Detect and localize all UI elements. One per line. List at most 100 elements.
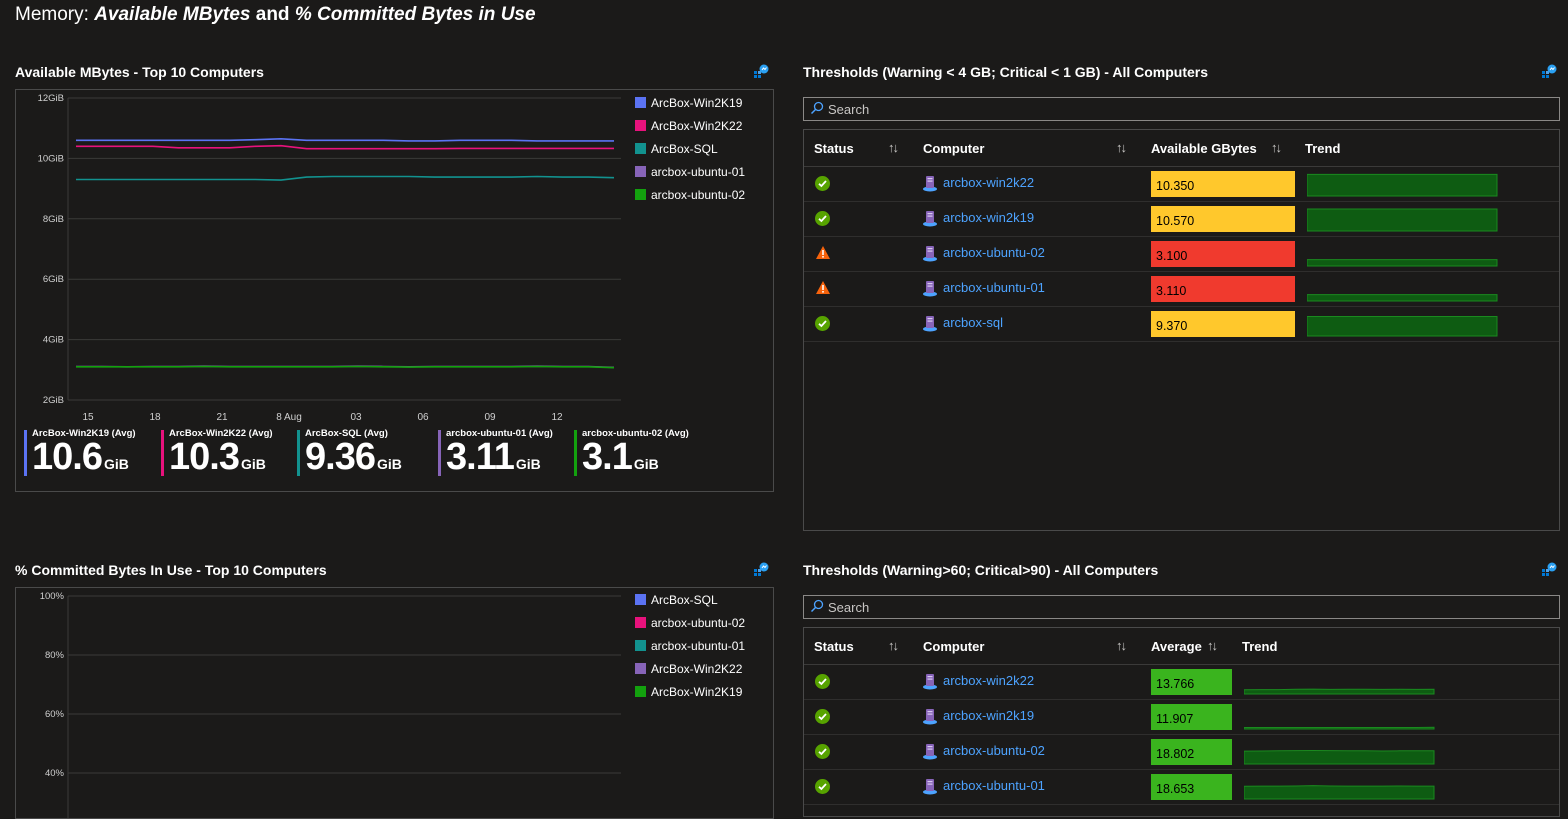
trend-area xyxy=(1244,688,1435,695)
committed-search-input[interactable]: Search xyxy=(803,595,1560,619)
value-cell: 9.370 xyxy=(1151,311,1295,337)
col-value-header[interactable]: Available GBytes xyxy=(1151,141,1257,156)
committed-grid-title: Thresholds (Warning>60; Critical>90) - A… xyxy=(803,562,1159,578)
legend-swatch xyxy=(635,686,646,697)
computer-link[interactable]: arcbox-win2k22 xyxy=(943,175,1034,190)
value-cell: 10.350 xyxy=(1151,171,1295,197)
kpi-tile: ArcBox-Win2K19 (Avg) 10.6 GiB xyxy=(24,428,136,476)
committed-chart-panel: 100% 80% 60% 40% ArcBox-SQL arcbox-ubuntu-02… xyxy=(15,587,774,819)
computer-link[interactable]: arcbox-sql xyxy=(943,315,1003,330)
kpi-unit: GiB xyxy=(633,456,659,472)
table-row[interactable]: arcbox-ubuntu-01 3.110 xyxy=(804,271,1559,307)
kpi-color-bar xyxy=(161,430,164,476)
trend-area xyxy=(1307,208,1498,232)
avail-chart-legend: ArcBox-Win2K19 ArcBox-Win2K22 ArcBox-SQL ar… xyxy=(635,91,745,206)
legend-item[interactable]: ArcBox-SQL xyxy=(635,588,745,611)
legend-swatch xyxy=(635,120,646,131)
kpi-color-bar xyxy=(24,430,27,476)
value-cell: 10.570 xyxy=(1151,206,1295,232)
table-row[interactable]: arcbox-ubuntu-02 3.100 xyxy=(804,236,1559,272)
col-status-header[interactable]: Status xyxy=(814,639,854,654)
trend-area xyxy=(1307,259,1498,267)
legend-item[interactable]: arcbox-ubuntu-02 xyxy=(635,611,745,634)
computer-icon xyxy=(923,246,937,262)
search-icon xyxy=(810,599,824,613)
kpi-tile: ArcBox-Win2K22 (Avg) 10.3 GiB xyxy=(161,428,273,476)
legend-item[interactable]: arcbox-ubuntu-01 xyxy=(635,634,745,657)
computer-link[interactable]: arcbox-ubuntu-01 xyxy=(943,778,1045,793)
table-row[interactable]: arcbox-win2k22 10.350 xyxy=(804,166,1559,202)
pin-to-dashboard-icon[interactable] xyxy=(1541,562,1557,578)
col-computer-header[interactable]: Computer xyxy=(923,141,984,156)
pin-to-dashboard-icon[interactable] xyxy=(1541,64,1557,80)
table-row[interactable]: arcbox-win2k22 13.766 xyxy=(804,664,1559,700)
computer-link[interactable]: arcbox-ubuntu-02 xyxy=(943,245,1045,260)
col-value-header[interactable]: Average xyxy=(1151,639,1202,654)
table-row[interactable]: arcbox-sql 9.370 xyxy=(804,306,1559,342)
legend-item[interactable]: ArcBox-Win2K19 xyxy=(635,680,745,703)
y-tick-label: 10GiB xyxy=(38,153,64,164)
legend-swatch xyxy=(635,617,646,628)
legend-label: arcbox-ubuntu-02 xyxy=(651,615,746,630)
col-trend-header[interactable]: Trend xyxy=(1305,141,1340,156)
legend-item[interactable]: ArcBox-SQL xyxy=(635,137,745,160)
y-tick-label: 8GiB xyxy=(43,214,64,225)
trend-area xyxy=(1244,749,1435,765)
computer-link[interactable]: arcbox-ubuntu-02 xyxy=(943,743,1045,758)
legend-item[interactable]: ArcBox-Win2K22 xyxy=(635,657,745,680)
trend-area xyxy=(1307,294,1498,302)
y-tick-label: 6GiB xyxy=(43,274,64,285)
pin-to-dashboard-icon[interactable] xyxy=(753,562,769,578)
status-ok-icon xyxy=(815,176,830,191)
table-row[interactable]: arcbox-win2k19 11.907 xyxy=(804,699,1559,735)
kpi-number: 9.36 xyxy=(305,436,376,478)
y-tick-label: 2GiB xyxy=(43,395,64,406)
legend-label: ArcBox-Win2K22 xyxy=(651,661,743,676)
computer-link[interactable]: arcbox-ubuntu-01 xyxy=(943,280,1045,295)
avail-search-input[interactable]: Search xyxy=(803,97,1560,121)
computer-icon xyxy=(923,744,937,760)
computer-icon xyxy=(923,176,937,192)
page-title-prefix: Memory: xyxy=(15,4,95,25)
legend-item[interactable]: ArcBox-Win2K19 xyxy=(635,91,745,114)
kpi-value: 3.1 GiB xyxy=(582,436,689,482)
sort-icon[interactable]: ↑↓ xyxy=(888,638,899,653)
kpi-number: 3.1 xyxy=(582,436,633,478)
legend-label: arcbox-ubuntu-01 xyxy=(651,164,746,179)
legend-swatch xyxy=(635,97,646,108)
sort-icon[interactable]: ↑↓ xyxy=(888,140,899,155)
committed-chart-legend: ArcBox-SQL arcbox-ubuntu-02 arcbox-ubuntu-… xyxy=(635,588,745,703)
legend-label: ArcBox-Win2K19 xyxy=(651,95,743,110)
col-computer-header[interactable]: Computer xyxy=(923,639,984,654)
avail-grid-title: Thresholds (Warning < 4 GB; Critical < 1… xyxy=(803,64,1209,80)
legend-item[interactable]: ArcBox-Win2K22 xyxy=(635,114,745,137)
avail-grid: Status ↑↓ Computer ↑↓ Available GBytes ↑… xyxy=(803,129,1560,531)
trend-area xyxy=(1244,785,1435,800)
col-status-header[interactable]: Status xyxy=(814,141,854,156)
table-row[interactable]: arcbox-win2k19 10.570 xyxy=(804,201,1559,237)
status-ok-icon xyxy=(815,709,830,724)
legend-item[interactable]: arcbox-ubuntu-01 xyxy=(635,160,745,183)
sort-icon[interactable]: ↑↓ xyxy=(1207,638,1218,653)
pin-to-dashboard-icon[interactable] xyxy=(753,64,769,80)
series-line-arcbox-win2k19 xyxy=(76,137,614,142)
grid-header: Status ↑↓ Computer ↑↓ Average ↑↓ Trend xyxy=(804,628,1559,665)
kpi-color-bar xyxy=(297,430,300,476)
kpi-tile: arcbox-ubuntu-02 (Avg) 3.1 GiB xyxy=(574,428,689,476)
y-tick-label: 4GiB xyxy=(43,335,64,346)
computer-icon xyxy=(923,674,937,690)
sort-icon[interactable]: ↑↓ xyxy=(1271,140,1282,155)
col-trend-header[interactable]: Trend xyxy=(1242,639,1277,654)
computer-icon xyxy=(923,779,937,795)
status-ok-icon xyxy=(815,211,830,226)
computer-link[interactable]: arcbox-win2k19 xyxy=(943,708,1034,723)
sort-icon[interactable]: ↑↓ xyxy=(1116,140,1127,155)
computer-link[interactable]: arcbox-win2k22 xyxy=(943,673,1034,688)
legend-swatch xyxy=(635,594,646,605)
x-tick-label: 18 xyxy=(149,412,161,423)
table-row[interactable]: arcbox-ubuntu-02 18.802 xyxy=(804,734,1559,770)
legend-item[interactable]: arcbox-ubuntu-02 xyxy=(635,183,745,206)
sort-icon[interactable]: ↑↓ xyxy=(1116,638,1127,653)
value-cell: 11.907 xyxy=(1151,704,1232,730)
computer-link[interactable]: arcbox-win2k19 xyxy=(943,210,1034,225)
